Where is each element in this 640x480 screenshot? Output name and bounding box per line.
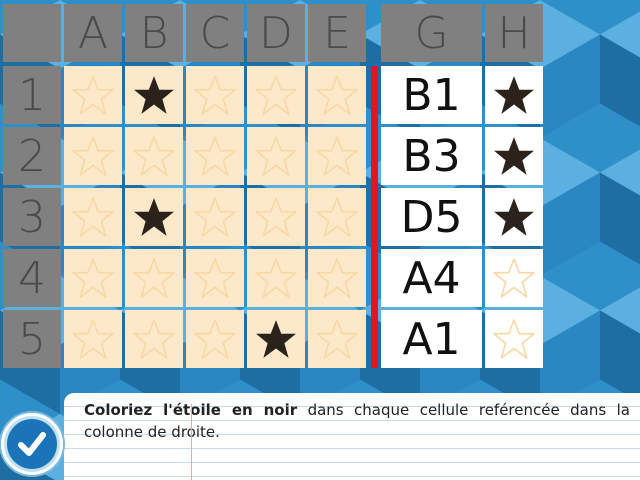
star-icon xyxy=(194,136,236,176)
grid-cell-e5[interactable] xyxy=(308,310,366,368)
validate-button-inner xyxy=(7,419,57,469)
star-icon xyxy=(72,319,114,359)
grid-cell-b5[interactable] xyxy=(125,310,183,368)
star-icon xyxy=(72,197,114,237)
reference-star-cell-1 xyxy=(485,66,543,124)
grid-cell-d1[interactable] xyxy=(247,66,305,124)
reference-cell-5: A1 xyxy=(381,310,482,368)
column-header-c: C xyxy=(186,4,244,62)
star-icon xyxy=(316,197,358,237)
star-icon xyxy=(72,136,114,176)
reference-cell-2: B3 xyxy=(381,127,482,185)
row-label-1: 1 xyxy=(3,66,61,124)
star-icon xyxy=(316,258,358,298)
reference-star-cell-2 xyxy=(485,127,543,185)
reference-star-cell-3 xyxy=(485,188,543,246)
grid-cell-d2[interactable] xyxy=(247,127,305,185)
row-label-4: 4 xyxy=(3,249,61,307)
grid-cell-c1[interactable] xyxy=(186,66,244,124)
grid-cell-a5[interactable] xyxy=(64,310,122,368)
star-icon xyxy=(194,197,236,237)
grid-cell-b2[interactable] xyxy=(125,127,183,185)
star-icon xyxy=(255,136,297,176)
check-icon xyxy=(18,432,46,456)
grid-cell-b4[interactable] xyxy=(125,249,183,307)
column-header-e: E xyxy=(308,4,366,62)
column-header-h: H xyxy=(485,4,543,62)
star-icon xyxy=(255,258,297,298)
grid-cell-c5[interactable] xyxy=(186,310,244,368)
validate-button[interactable] xyxy=(1,413,63,475)
column-header-b: B xyxy=(125,4,183,62)
star-icon xyxy=(316,319,358,359)
star-icon xyxy=(494,76,534,114)
reference-cell-4: A4 xyxy=(381,249,482,307)
reference-cell-1: B1 xyxy=(381,66,482,124)
reference-star-cell-5 xyxy=(485,310,543,368)
star-icon xyxy=(72,258,114,298)
star-icon xyxy=(494,137,534,175)
column-header-g: G xyxy=(381,4,482,62)
column-header-d: D xyxy=(247,4,305,62)
grid-cell-e4[interactable] xyxy=(308,249,366,307)
star-icon xyxy=(133,258,175,298)
column-header-a: A xyxy=(64,4,122,62)
star-icon xyxy=(493,258,535,298)
grid-cell-b3[interactable] xyxy=(125,188,183,246)
star-icon xyxy=(494,198,534,236)
star-icon xyxy=(194,75,236,115)
row-label-5: 5 xyxy=(3,310,61,368)
grid-cell-d3[interactable] xyxy=(247,188,305,246)
star-icon xyxy=(134,76,174,114)
notebook-margin-line xyxy=(191,404,192,480)
reference-cell-3: D5 xyxy=(381,188,482,246)
grid-corner xyxy=(3,4,61,62)
star-icon xyxy=(194,258,236,298)
star-icon xyxy=(194,319,236,359)
star-icon xyxy=(255,75,297,115)
instruction-panel: Coloriez l'étoile en noir dans chaque ce… xyxy=(64,393,640,480)
star-icon xyxy=(316,75,358,115)
grid-cell-c4[interactable] xyxy=(186,249,244,307)
row-label-3: 3 xyxy=(3,188,61,246)
grid-cell-b1[interactable] xyxy=(125,66,183,124)
reference-star-cell-4 xyxy=(485,249,543,307)
grid-cell-c2[interactable] xyxy=(186,127,244,185)
grid-cell-e2[interactable] xyxy=(308,127,366,185)
grid-cell-a1[interactable] xyxy=(64,66,122,124)
grid-cell-a2[interactable] xyxy=(64,127,122,185)
row-label-2: 2 xyxy=(3,127,61,185)
star-icon xyxy=(255,197,297,237)
grid-cell-e3[interactable] xyxy=(308,188,366,246)
red-divider xyxy=(371,66,378,368)
grid-cell-e1[interactable] xyxy=(308,66,366,124)
grid-cell-a4[interactable] xyxy=(64,249,122,307)
grid-cell-d5[interactable] xyxy=(247,310,305,368)
star-icon xyxy=(133,319,175,359)
grid-cell-d4[interactable] xyxy=(247,249,305,307)
star-icon xyxy=(134,198,174,236)
grid-cell-c3[interactable] xyxy=(186,188,244,246)
star-icon xyxy=(256,320,296,358)
grid-cell-a3[interactable] xyxy=(64,188,122,246)
star-icon xyxy=(133,136,175,176)
star-icon xyxy=(316,136,358,176)
star-icon xyxy=(72,75,114,115)
star-icon xyxy=(493,319,535,359)
